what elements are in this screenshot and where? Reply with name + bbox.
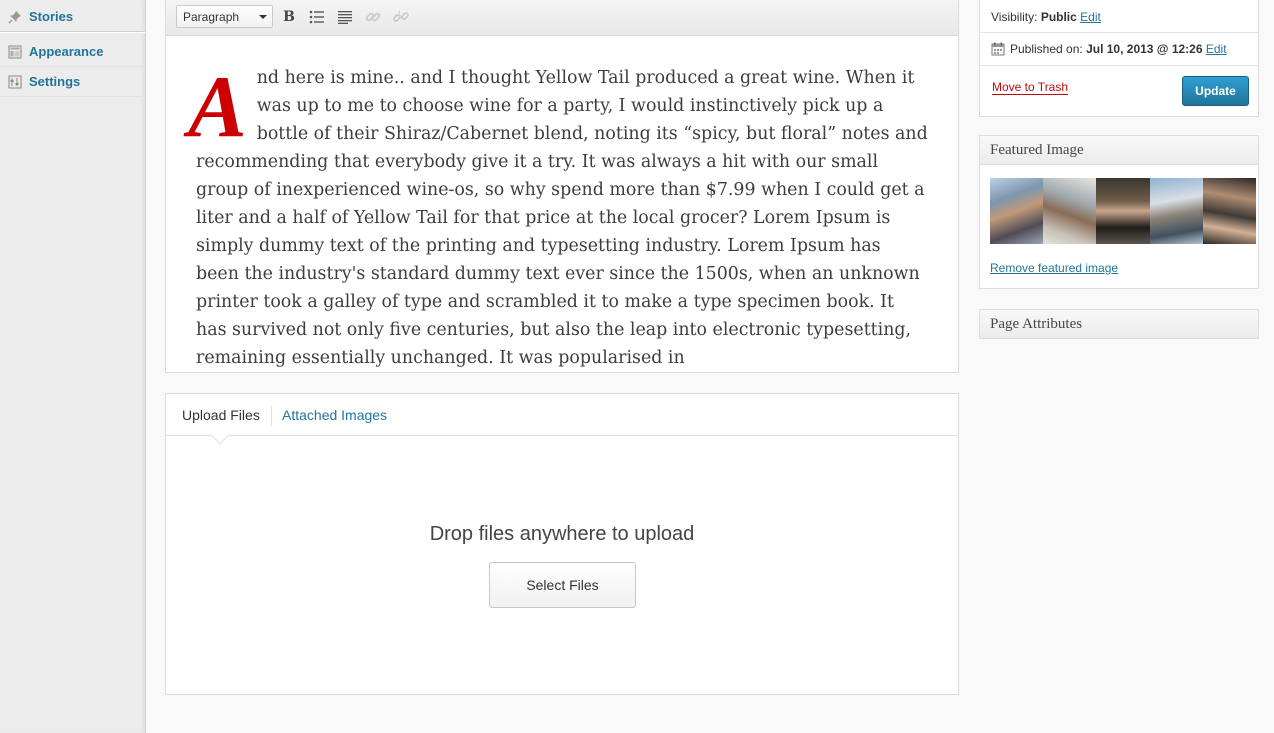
featured-image-box: Featured Image Remove featured image [979, 135, 1259, 289]
insert-link-button[interactable] [363, 6, 383, 28]
divider [980, 32, 1258, 33]
post-editor: Paragraph B A nd here is mine.. and I th… [165, 0, 959, 373]
photo-thumbnail [1202, 178, 1256, 244]
post-body-text: nd here is mine.. and I thought Yellow T… [196, 68, 928, 368]
featured-image-title[interactable]: Featured Image [980, 136, 1258, 165]
admin-menu: Stories Appearance Settings [0, 0, 146, 733]
published-row: Published on: Jul 10, 2013 @ 12:26 Edit [991, 42, 1227, 56]
divider [980, 65, 1258, 66]
remove-featured-image-link[interactable]: Remove featured image [990, 261, 1118, 275]
link-icon [365, 12, 381, 22]
drop-zone-instructions: Drop files anywhere to upload [429, 523, 695, 545]
move-to-trash-link[interactable]: Move to Trash [992, 80, 1069, 95]
pin-icon [8, 10, 22, 24]
editor-toolbar: Paragraph B [166, 0, 958, 36]
photo-thumbnail [1149, 178, 1203, 244]
visibility-value: Public [1040, 10, 1077, 24]
menu-item-label: Settings [29, 74, 81, 89]
menu-item-label: Stories [29, 9, 74, 24]
justify-button[interactable] [335, 6, 355, 28]
visibility-row: Visibility: Public Edit [991, 10, 1101, 24]
menu-item-appearance[interactable]: Appearance [0, 37, 145, 67]
chevron-down-icon [259, 15, 267, 19]
publish-box: Visibility: Public Edit Published on: Ju… [979, 0, 1259, 117]
drop-cap: A [188, 59, 247, 156]
photo-thumbnail [990, 178, 1044, 244]
page-attributes-box: Page Attributes [979, 309, 1259, 339]
calendar-icon [991, 42, 1005, 56]
menu-item-settings[interactable]: Settings [0, 67, 145, 97]
featured-image[interactable] [990, 178, 1256, 244]
tab-attached-images[interactable]: Attached Images [282, 407, 387, 423]
format-select-value: Paragraph [183, 10, 240, 24]
bullet-list-button[interactable] [307, 6, 327, 28]
media-uploader: Upload Files Attached Images Drop files … [165, 393, 959, 695]
page-attributes-title[interactable]: Page Attributes [980, 310, 1258, 338]
tab-divider [271, 405, 272, 427]
edit-visibility-link[interactable]: Edit [1080, 10, 1101, 24]
photo-thumbnail [1096, 178, 1150, 244]
select-files-button[interactable]: Select Files [489, 562, 636, 608]
unlink-icon [393, 10, 409, 22]
menu-item-stories[interactable]: Stories [0, 2, 145, 32]
appearance-icon [8, 45, 22, 59]
edit-date-link[interactable]: Edit [1206, 42, 1227, 56]
settings-icon [8, 75, 22, 89]
editor-content[interactable]: And here is mine.. and I thought Yellow … [166, 36, 958, 372]
published-label: Published on: [1010, 42, 1083, 56]
update-button[interactable]: Update [1182, 76, 1249, 106]
active-tab-pointer [211, 427, 229, 445]
menu-item-label: Appearance [29, 44, 104, 59]
bullet-list-icon [309, 10, 324, 24]
visibility-label: Visibility: [991, 10, 1038, 24]
format-select[interactable]: Paragraph [176, 5, 273, 28]
unlink-button[interactable] [391, 6, 411, 28]
bold-button[interactable]: B [279, 6, 299, 28]
photo-thumbnail [1043, 178, 1097, 244]
bold-icon: B [283, 9, 295, 25]
tab-upload-files[interactable]: Upload Files [182, 407, 260, 423]
published-date: Jul 10, 2013 @ 12:26 [1086, 42, 1203, 56]
align-justify-icon [338, 10, 352, 24]
uploader-tabs: Upload Files Attached Images [166, 394, 958, 445]
